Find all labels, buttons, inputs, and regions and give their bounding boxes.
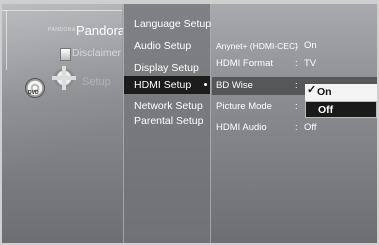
hdmi-settings-panel: Anynet+ (HDMI-CEC) : On HDMI Format : TV… — [212, 4, 377, 243]
dvd-icon-text: DVD — [28, 90, 39, 96]
option-label: On — [317, 86, 332, 98]
submenu-item-parental-setup[interactable]: Parental Setup — [124, 112, 210, 130]
submenu-item-audio-setup[interactable]: Audio Setup — [124, 37, 210, 55]
setting-value: TV — [304, 58, 317, 69]
setting-label: HDMI Audio — [216, 122, 267, 133]
setting-colon: : — [295, 80, 298, 91]
disclaimer-icon — [60, 48, 71, 61]
submenu-item-language-setup[interactable]: Language Setup — [124, 15, 211, 33]
setting-label: Anynet+ (HDMI-CEC) — [216, 41, 298, 51]
pandora-logo: PANDORA — [48, 27, 76, 33]
submenu-item-display-setup[interactable]: Display Setup — [124, 59, 210, 77]
setting-colon: : — [295, 40, 298, 51]
menu-item-setup[interactable]: Setup — [82, 76, 111, 88]
setting-colon: : — [295, 122, 298, 133]
bd-wise-dropdown[interactable]: ✓ On Off — [305, 84, 377, 118]
gear-icon — [52, 66, 76, 90]
option-label: Off — [318, 104, 334, 116]
setting-colon: : — [295, 58, 298, 69]
dropdown-option-on[interactable]: ✓ On — [305, 84, 377, 101]
setting-value: Off — [304, 122, 317, 133]
setting-colon: : — [295, 101, 298, 112]
setting-label: Picture Mode — [216, 101, 272, 112]
setting-row-anynet[interactable]: Anynet+ (HDMI-CEC) : On — [212, 37, 377, 55]
frame-line-side — [6, 10, 7, 70]
setting-row-hdmi-audio[interactable]: HDMI Audio : Off — [212, 119, 377, 137]
screen-shine — [2, 4, 122, 243]
menu-item-pandora[interactable]: Pandora — [76, 23, 125, 38]
check-icon: ✓ — [307, 84, 317, 96]
frame-line-top — [2, 10, 122, 11]
setting-label: BD Wise — [216, 80, 253, 91]
submenu-item-hdmi-setup[interactable]: HDMI Setup — [124, 76, 210, 94]
setting-label: HDMI Format — [216, 58, 273, 69]
menu-item-disclaimer[interactable]: Disclaimer — [72, 47, 121, 59]
setup-screen: PANDORA Pandora Disclaimer DVD Setup Lan… — [2, 4, 377, 243]
setting-row-hdmi-format[interactable]: HDMI Format : TV — [212, 55, 377, 73]
setting-value: On — [304, 40, 317, 51]
setup-submenu: Language Setup Audio Setup Display Setup… — [123, 4, 211, 243]
dropdown-option-off[interactable]: Off — [305, 101, 377, 118]
